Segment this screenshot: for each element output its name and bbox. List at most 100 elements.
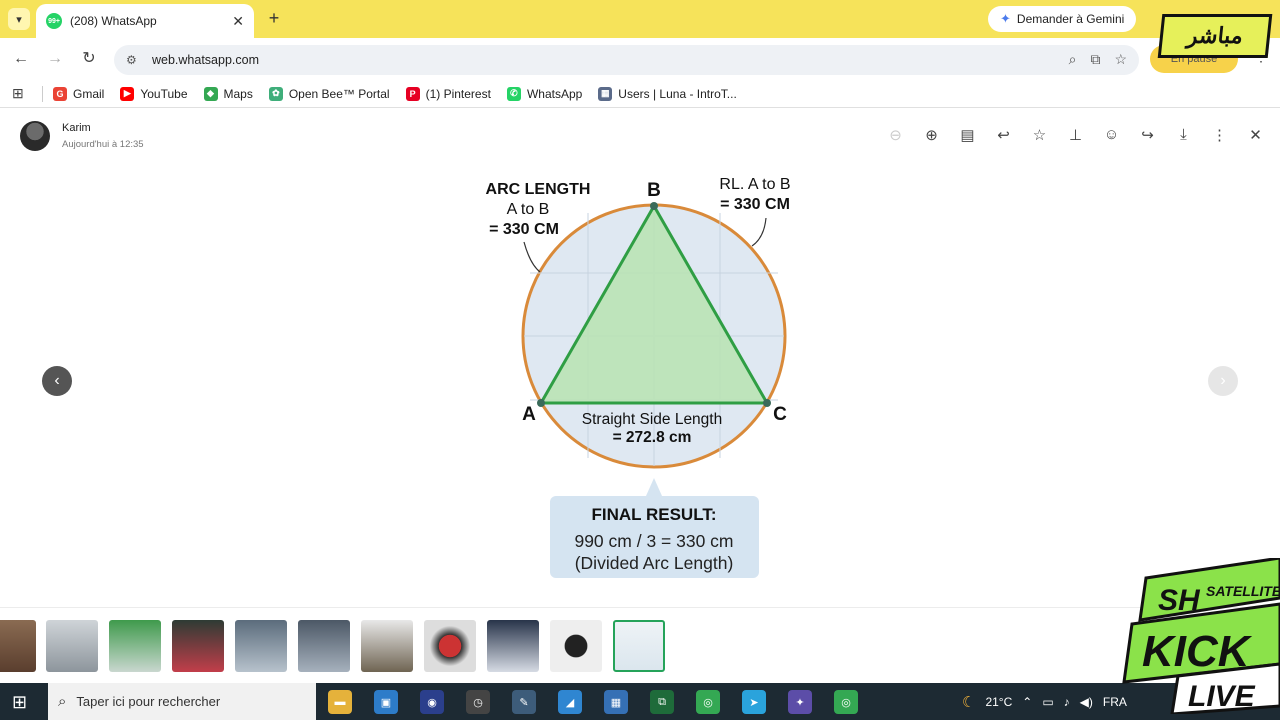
- more-options-icon[interactable]: ⋮: [1211, 126, 1228, 144]
- live-overlay-badge: مباشر: [1157, 14, 1273, 58]
- logo-text-sh: SH: [1158, 584, 1201, 617]
- microphone-icon[interactable]: ♪: [1064, 695, 1070, 709]
- reload-icon[interactable]: ↻: [78, 48, 100, 70]
- channel-logo: SH SATELLITE KICK LIVE: [1118, 556, 1280, 716]
- logo-text-satellite: SATELLITE: [1206, 583, 1280, 599]
- thumbnail[interactable]: [424, 620, 476, 672]
- site-info-icon[interactable]: ⚙: [126, 53, 142, 67]
- weather-moon-icon[interactable]: ☾: [962, 693, 975, 711]
- thumbnail[interactable]: [550, 620, 602, 672]
- arc-length-title: ARC LENGTH: [486, 181, 591, 198]
- new-tab-button[interactable]: +: [264, 8, 284, 29]
- zoom-icon[interactable]: ⌕: [1069, 51, 1077, 68]
- chrome-icon[interactable]: ◎: [834, 690, 858, 714]
- go-to-message-icon[interactable]: ▤: [959, 126, 976, 144]
- bookmark-item[interactable]: ▦ Users | Luna - IntroT...: [598, 86, 737, 101]
- store-icon[interactable]: ▣: [374, 690, 398, 714]
- install-app-icon[interactable]: ⧉: [1090, 51, 1100, 68]
- calculator-icon[interactable]: ▦: [604, 690, 628, 714]
- temperature[interactable]: 21°C: [985, 695, 1012, 709]
- bookmark-item[interactable]: ▶ YouTube: [120, 86, 188, 101]
- telegram-icon[interactable]: ➤: [742, 690, 766, 714]
- diagram-svg: ARC LENGTH A to B = 330 CM B RL. A to B …: [486, 176, 791, 578]
- sent-time: Aujourd'hui à 12:35: [62, 139, 144, 150]
- result-title: FINAL RESULT:: [592, 505, 717, 524]
- gemini-icon: ✦: [1000, 11, 1011, 26]
- back-icon[interactable]: ←: [10, 48, 32, 70]
- bookmark-item[interactable]: ✆ WhatsApp: [506, 86, 583, 101]
- url-text: web.whatsapp.com: [152, 53, 260, 67]
- thumbnail[interactable]: [46, 620, 98, 672]
- bookmarks-bar: ⊞ G Gmail ▶ YouTube ◆ Maps ✿ Open Bee™ Portal P (…: [0, 80, 1280, 108]
- avatar[interactable]: [20, 121, 50, 151]
- file-explorer-icon[interactable]: ▬: [328, 690, 352, 714]
- zoom-in-icon[interactable]: ⊕: [923, 126, 940, 144]
- zoom-out-icon[interactable]: ⊖: [887, 126, 904, 144]
- youtube-icon: ▶: [120, 86, 135, 101]
- app-icon[interactable]: ◢: [558, 690, 582, 714]
- bookmark-item[interactable]: P (1) Pinterest: [405, 86, 491, 101]
- chrome-icon[interactable]: ◎: [696, 690, 720, 714]
- reply-icon[interactable]: ↩: [995, 126, 1012, 144]
- bookmark-item[interactable]: ◆ Maps: [203, 86, 253, 101]
- taskbar-search[interactable]: ⌕ Taper ici pour rechercher: [48, 683, 316, 720]
- pin-icon[interactable]: ⊥: [1067, 126, 1084, 144]
- vertex-c: [763, 399, 771, 407]
- side-length-value: = 272.8 cm: [613, 429, 692, 446]
- chevron-right-icon: ›: [1220, 372, 1226, 389]
- thumbnail[interactable]: [0, 620, 36, 672]
- clock-app-icon[interactable]: ◷: [466, 690, 490, 714]
- label-a: A: [522, 404, 536, 425]
- download-icon[interactable]: ⤓: [1175, 126, 1192, 144]
- pinterest-icon: P: [405, 86, 420, 101]
- thumbnail[interactable]: [487, 620, 539, 672]
- bookmark-label: Open Bee™ Portal: [288, 86, 390, 101]
- forward-icon[interactable]: →: [44, 48, 66, 70]
- bookmark-label: Users | Luna - IntroT...: [618, 86, 737, 101]
- app-icon[interactable]: ✎: [512, 690, 536, 714]
- gmail-icon: G: [53, 86, 67, 101]
- address-bar[interactable]: ⚙ web.whatsapp.com ⌕ ⧉ ☆: [114, 45, 1139, 75]
- forward-icon[interactable]: ↪: [1139, 126, 1156, 144]
- thumbnail[interactable]: [235, 620, 287, 672]
- close-viewer-icon[interactable]: ✕: [1247, 126, 1264, 144]
- thumbnail[interactable]: [109, 620, 161, 672]
- bookmark-item[interactable]: ✿ Open Bee™ Portal: [268, 86, 390, 101]
- gemini-label: Demander à Gemini: [1016, 12, 1125, 26]
- bookmark-label: Maps: [223, 86, 253, 101]
- gemini-button[interactable]: ✦ Demander à Gemini: [988, 6, 1137, 32]
- app-icon[interactable]: ⧉: [650, 690, 674, 714]
- thumbnail[interactable]: [298, 620, 350, 672]
- vertex-b: [650, 202, 658, 210]
- windows-start-icon[interactable]: ⊞: [12, 692, 27, 713]
- tray-chevron-icon[interactable]: ⌃: [1022, 695, 1032, 709]
- bookmark-star-icon[interactable]: ☆: [1114, 51, 1127, 68]
- openbee-icon: ✿: [268, 86, 283, 101]
- thumbnail-active[interactable]: [613, 620, 665, 672]
- bookmark-label: WhatsApp: [526, 86, 583, 101]
- star-icon[interactable]: ☆: [1031, 126, 1048, 144]
- thumbnail[interactable]: [172, 620, 224, 672]
- app-icon[interactable]: ◉: [420, 690, 444, 714]
- search-icon: ⌕: [58, 693, 67, 710]
- sender-name[interactable]: Karim: [62, 122, 91, 134]
- tab-search-button[interactable]: ▾: [8, 8, 30, 30]
- side-length-title: Straight Side Length: [582, 411, 722, 428]
- windows-taskbar: ⊞ ⌕ Taper ici pour rechercher ▬ ▣ ◉ ◷ ✎ …: [0, 683, 1280, 720]
- tab-whatsapp[interactable]: 99+ (208) WhatsApp ✕: [36, 4, 254, 38]
- logo-text-live: LIVE: [1188, 680, 1256, 713]
- app-icon[interactable]: ✦: [788, 690, 812, 714]
- previous-media-button[interactable]: ‹: [42, 366, 72, 396]
- rl-value: = 330 CM: [720, 196, 790, 213]
- live-overlay-text: مباشر: [1185, 23, 1245, 48]
- network-icon[interactable]: ▭: [1042, 695, 1053, 709]
- maps-icon: ◆: [203, 86, 218, 101]
- thumbnail[interactable]: [361, 620, 413, 672]
- volume-icon[interactable]: ◀): [1080, 695, 1093, 709]
- bookmark-item[interactable]: G Gmail: [53, 86, 104, 101]
- apps-grid-icon[interactable]: ⊞: [12, 85, 34, 102]
- close-tab-icon[interactable]: ✕: [232, 13, 244, 30]
- taskbar-search-placeholder: Taper ici pour rechercher: [76, 694, 221, 709]
- react-icon[interactable]: ☺: [1103, 126, 1120, 144]
- next-media-button[interactable]: ›: [1208, 366, 1238, 396]
